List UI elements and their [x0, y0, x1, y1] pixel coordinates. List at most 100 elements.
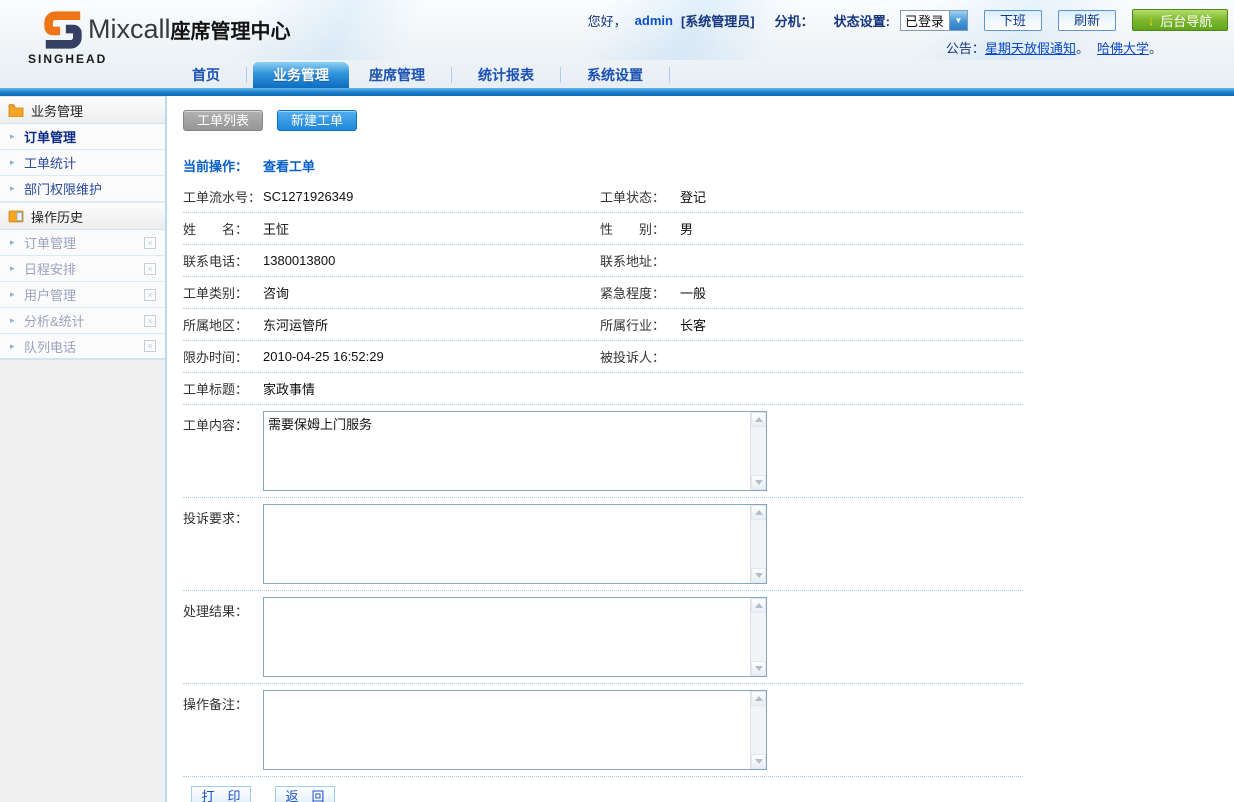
- arrow-right-icon: ▸: [10, 263, 20, 274]
- ticket-form: 工单流水号： SC1271926349 工单状态： 登记 姓 名： 王怔 性 别…: [183, 181, 1023, 802]
- current-operation-value: 查看工单: [263, 156, 315, 175]
- back-button[interactable]: 返 回: [275, 786, 335, 802]
- scrollbar[interactable]: [750, 505, 766, 583]
- history-item-label: 队列电话: [24, 337, 144, 356]
- username: admin: [635, 13, 673, 28]
- field-label: 紧急程度：: [600, 283, 680, 302]
- announcement-suffix: 。: [1149, 41, 1162, 56]
- chevron-down-icon[interactable]: ▼: [949, 11, 967, 30]
- field-label: 所属行业：: [600, 315, 680, 334]
- arrow-right-icon: ▸: [10, 183, 20, 194]
- history-item-order-mgmt[interactable]: ▸ 订单管理 ×: [0, 230, 165, 256]
- close-icon[interactable]: ×: [144, 263, 156, 275]
- current-operation-label: 当前操作：: [183, 156, 263, 175]
- refresh-button[interactable]: 刷新: [1058, 10, 1116, 31]
- backstage-nav-button[interactable]: ↓ 后台导航: [1132, 9, 1228, 31]
- scroll-down-icon[interactable]: [751, 661, 766, 676]
- scroll-up-icon[interactable]: [751, 691, 766, 706]
- close-icon[interactable]: ×: [144, 237, 156, 249]
- sidebar-item-label: 订单管理: [24, 127, 165, 146]
- arrow-right-icon: ▸: [10, 131, 20, 142]
- offduty-button[interactable]: 下班: [984, 10, 1042, 31]
- scroll-up-icon[interactable]: [751, 412, 766, 427]
- close-icon[interactable]: ×: [144, 340, 156, 352]
- field-label: 工单流水号：: [183, 187, 263, 206]
- history-item-label: 日程安排: [24, 259, 144, 278]
- field-value: 男: [680, 219, 1023, 238]
- sidebar-section-business: 业务管理: [0, 96, 165, 124]
- history-item-label: 订单管理: [24, 233, 144, 252]
- arrow-right-icon: ▸: [10, 157, 20, 168]
- arrow-right-icon: ▸: [10, 341, 20, 352]
- scrollbar[interactable]: [750, 598, 766, 676]
- announcement-label: 公告：: [946, 41, 985, 56]
- field-value: 一般: [680, 283, 1023, 302]
- scrollbar[interactable]: [750, 691, 766, 769]
- brand-name: Mixcall: [88, 14, 171, 44]
- announcement-suffix: 。: [1076, 41, 1089, 56]
- field-label: 操作备注：: [183, 690, 263, 713]
- field-label: 联系地址：: [600, 251, 680, 270]
- layout: 业务管理 ▸ 订单管理 ▸ 工单统计 ▸ 部门权限维护 操作历史 ▸ 订单管理: [0, 96, 1234, 802]
- form-row: 联系电话： 1380013800 联系地址：: [183, 245, 1023, 277]
- tab-system-settings[interactable]: 系统设置: [567, 62, 663, 88]
- folder-icon: [8, 104, 24, 117]
- arrow-right-icon: ▸: [10, 289, 20, 300]
- history-item-queue-calls[interactable]: ▸ 队列电话 ×: [0, 334, 165, 360]
- field-value: 登记: [680, 187, 1023, 206]
- operation-note-field-wrap: [263, 690, 767, 770]
- ticket-list-button[interactable]: 工单列表: [183, 110, 263, 131]
- history-item-user-mgmt[interactable]: ▸ 用户管理 ×: [0, 282, 165, 308]
- sidebar-item-order-mgmt[interactable]: ▸ 订单管理: [0, 124, 165, 150]
- ticket-content-field[interactable]: 需要保姆上门服务: [264, 412, 749, 490]
- bottom-buttons: 打 印 返 回: [191, 786, 1023, 802]
- close-icon[interactable]: ×: [144, 289, 156, 301]
- scroll-down-icon[interactable]: [751, 568, 766, 583]
- scroll-down-icon[interactable]: [751, 754, 766, 769]
- page: SINGHEAD Mixcall座席管理中心 您好， admin [系统管理员]…: [0, 0, 1234, 802]
- header: SINGHEAD Mixcall座席管理中心 您好， admin [系统管理员]…: [0, 0, 1234, 96]
- user-bar: 您好， admin [系统管理员] 分机： 状态设置: 已登录 ▼ 下班 刷新 …: [588, 8, 1228, 32]
- field-label: 被投诉人：: [600, 347, 680, 366]
- field-value: 王怔: [263, 219, 600, 238]
- field-label: 性 别：: [600, 219, 680, 238]
- field-value: 咨询: [263, 283, 600, 302]
- history-item-label: 分析&统计: [24, 311, 144, 330]
- scroll-up-icon[interactable]: [751, 598, 766, 613]
- new-ticket-button[interactable]: 新建工单: [277, 110, 357, 131]
- close-icon[interactable]: ×: [144, 315, 156, 327]
- form-row: 限办时间： 2010-04-25 16:52:29 被投诉人：: [183, 341, 1023, 373]
- field-value: 2010-04-25 16:52:29: [263, 349, 600, 364]
- tab-statistics[interactable]: 统计报表: [458, 62, 554, 88]
- form-row: 工单流水号： SC1271926349 工单状态： 登记: [183, 181, 1023, 213]
- field-value: 家政事情: [263, 379, 600, 398]
- announcement-link[interactable]: 星期天放假通知: [985, 41, 1076, 56]
- field-label: 工单类别：: [183, 283, 263, 302]
- sidebar-section-title: 业务管理: [31, 101, 83, 120]
- sidebar-item-ticket-stats[interactable]: ▸ 工单统计: [0, 150, 165, 176]
- arrow-right-icon: ▸: [10, 315, 20, 326]
- status-select[interactable]: 已登录 ▼: [900, 10, 968, 31]
- history-item-schedule[interactable]: ▸ 日程安排 ×: [0, 256, 165, 282]
- history-item-analysis-stats[interactable]: ▸ 分析&统计 ×: [0, 308, 165, 334]
- scrollbar[interactable]: [750, 412, 766, 490]
- status-select-value: 已登录: [901, 11, 949, 30]
- field-value: 长客: [680, 315, 1023, 334]
- tab-agent-mgmt[interactable]: 座席管理: [349, 62, 445, 88]
- toolbar: 工单列表 新建工单: [183, 110, 1234, 131]
- complaint-request-field[interactable]: [264, 505, 749, 583]
- history-icon: [8, 210, 24, 223]
- scroll-up-icon[interactable]: [751, 505, 766, 520]
- print-button[interactable]: 打 印: [191, 786, 251, 802]
- tab-home[interactable]: 首页: [172, 62, 240, 88]
- nav-separator: [246, 67, 247, 83]
- sidebar-section-history: 操作历史: [0, 202, 165, 230]
- field-value: 东河运管所: [263, 315, 600, 334]
- sidebar-item-dept-permissions[interactable]: ▸ 部门权限维护: [0, 176, 165, 202]
- main-nav: 首页 业务管理 座席管理 统计报表 系统设置: [0, 58, 1234, 88]
- tab-business-mgmt[interactable]: 业务管理: [253, 62, 349, 88]
- announcement-link[interactable]: 哈佛大学: [1097, 41, 1149, 56]
- operation-note-field[interactable]: [264, 691, 749, 769]
- process-result-field[interactable]: [264, 598, 749, 676]
- scroll-down-icon[interactable]: [751, 475, 766, 490]
